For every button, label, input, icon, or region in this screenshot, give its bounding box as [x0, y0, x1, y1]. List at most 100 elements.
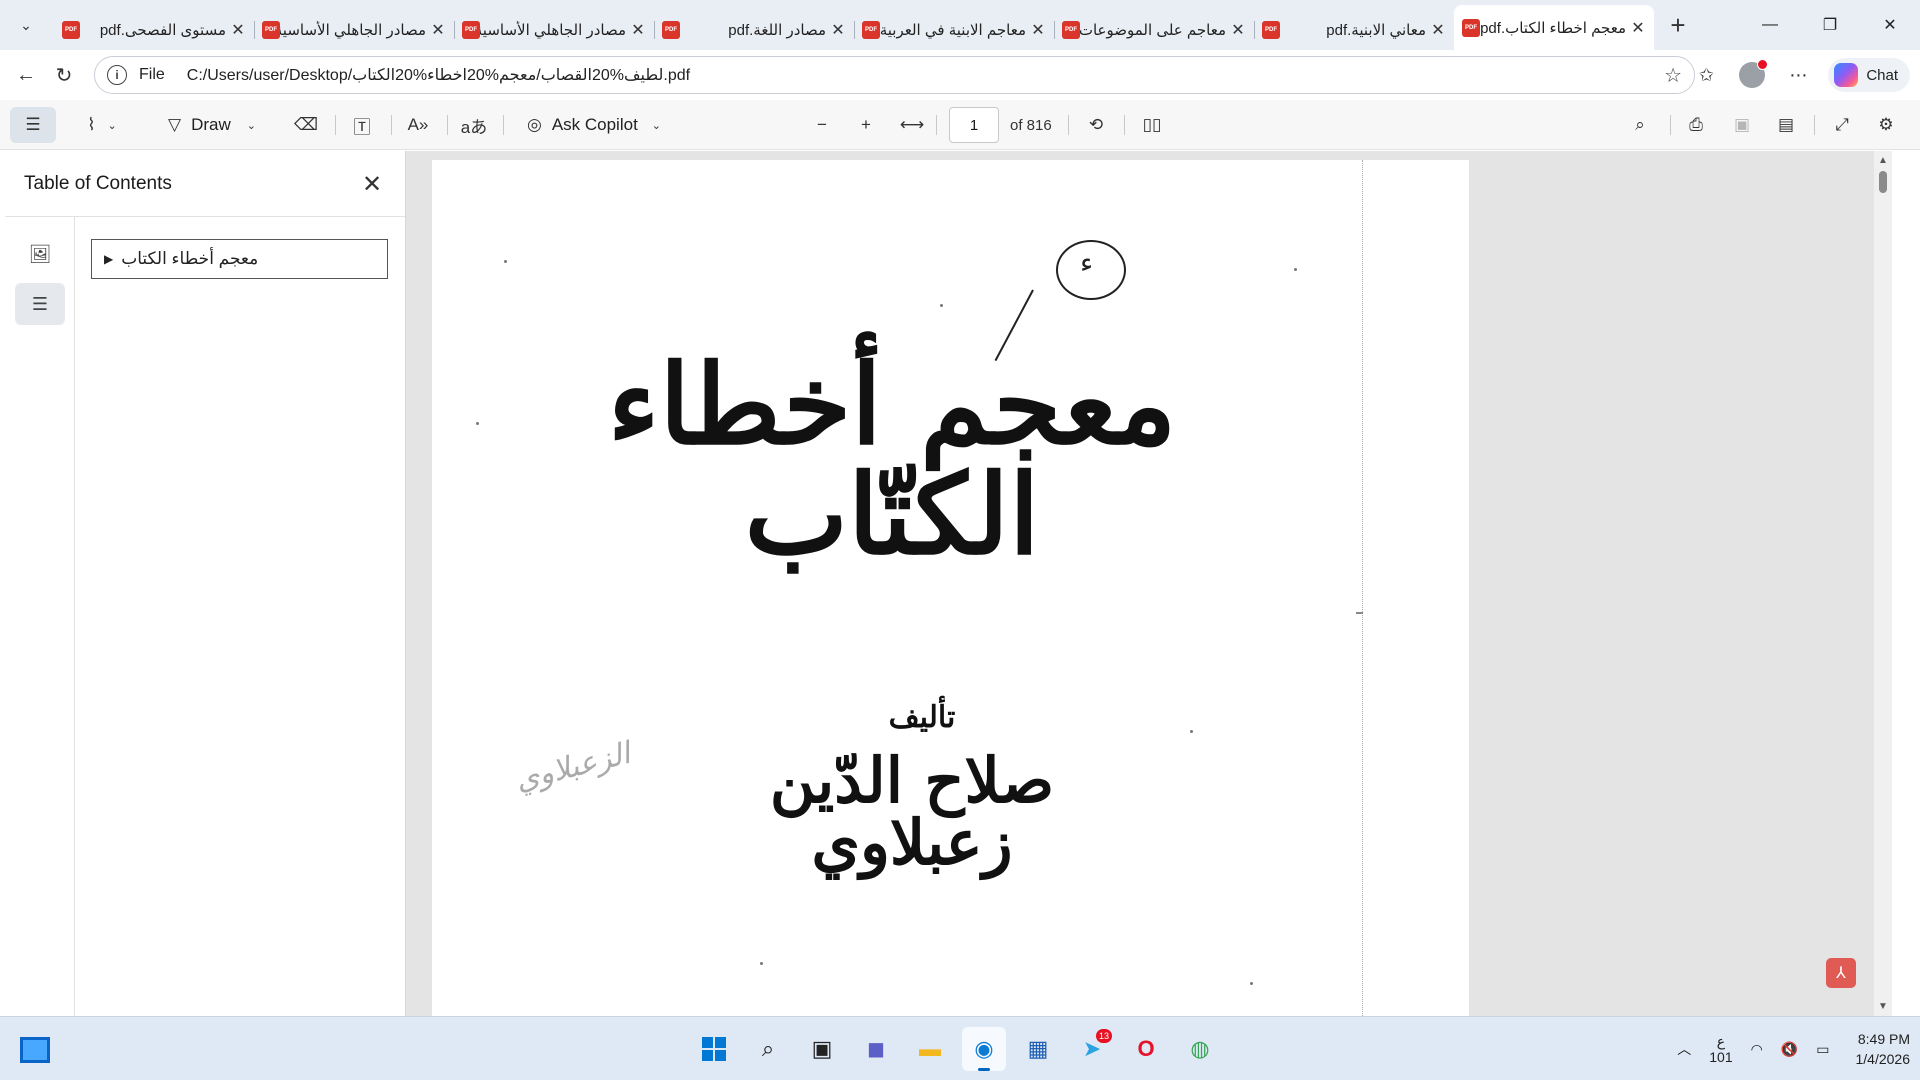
search-icon[interactable]: ⌕ [746, 1027, 790, 1071]
list-icon: ☰ [25, 115, 41, 134]
browser-tab[interactable]: PDF معاني الابنية.pdf ✕ [1254, 10, 1454, 50]
save-icon: ▣ [1733, 115, 1751, 134]
close-tab-icon[interactable]: ✕ [1430, 20, 1446, 40]
close-tab-icon[interactable]: ✕ [1230, 20, 1246, 40]
toolbar-divider [936, 115, 937, 135]
rotate-button[interactable]: ⟲ [1080, 107, 1112, 143]
profile-avatar[interactable] [1736, 59, 1769, 91]
outline-tab[interactable]: ☰ [15, 283, 65, 325]
table-of-contents-toggle[interactable]: ☰ [10, 107, 56, 143]
toolbar-divider [1068, 115, 1069, 135]
wifi-icon[interactable]: ◠ [1751, 1041, 1763, 1058]
scroll-up-arrow-icon[interactable]: ▲ [1878, 155, 1888, 166]
print-button[interactable]: ⎙ [1680, 107, 1712, 143]
close-icon[interactable]: ✕ [359, 171, 385, 198]
window-controls: — ❐ ✕ [1740, 0, 1920, 50]
read-aloud-button[interactable]: A» [402, 107, 434, 143]
vertical-scrollbar[interactable]: ▲ ▼ [1874, 151, 1892, 1016]
zoom-in-button[interactable]: + [850, 107, 882, 143]
clock-time: 8:49 PM [1857, 1031, 1910, 1047]
chevron-down-icon[interactable]: ⌄ [9, 8, 43, 42]
copilot-chat-button[interactable]: Chat [1828, 58, 1910, 92]
browser-tab[interactable]: PDF معاجم الابنية في العربية ✕ [854, 10, 1054, 50]
book-title: معجم أخطاء الكتّاب [607, 340, 1179, 579]
page-number-input[interactable]: 1 [949, 107, 999, 143]
search-button[interactable]: ⌕ [1624, 107, 1656, 143]
clock[interactable]: 8:49 PM 1/4/2026 [1856, 1029, 1911, 1069]
scrollbar-thumb[interactable] [1879, 171, 1887, 193]
widgets-icon[interactable] [20, 1037, 50, 1063]
save-as-button[interactable]: ▤ [1770, 107, 1802, 143]
browser-tab[interactable]: PDF مصادر اللغة.pdf ✕ [654, 10, 854, 50]
scan-fold-line [1362, 160, 1363, 1016]
favorite-star-icon[interactable]: ☆ [1664, 63, 1682, 88]
close-window-button[interactable]: ✕ [1860, 0, 1920, 50]
more-options-icon[interactable]: ⋯ [1782, 59, 1814, 91]
chevron-up-icon[interactable]: ︿ [1677, 1039, 1691, 1059]
zoom-out-button[interactable]: − [806, 107, 838, 143]
fit-width-button[interactable]: ⟷ [896, 107, 928, 143]
expand-arrow-icon[interactable]: ▶ [104, 252, 113, 266]
microsoft-store-icon[interactable]: ▦ [1016, 1027, 1060, 1071]
close-tab-icon[interactable]: ✕ [830, 20, 846, 40]
acrobat-icon[interactable]: ⅄ [1826, 958, 1856, 988]
pdf-file-icon: PDF [62, 21, 80, 39]
toolbar-divider [447, 115, 448, 135]
browser-tab[interactable]: PDF معاجم على الموضوعات ✕ [1054, 10, 1254, 50]
teams-chat-icon[interactable]: ◼ [854, 1027, 898, 1071]
page-count: of 816 [1010, 116, 1052, 134]
start-button[interactable] [692, 1027, 736, 1071]
battery-icon[interactable]: ▭ [1816, 1041, 1829, 1058]
browser-tab[interactable]: PDF معجم اخطاء الكتاب.pdf ✕ [1454, 5, 1654, 50]
tab-title: مصادر الجاهلي الأساسية [280, 22, 426, 39]
telegram-icon[interactable]: ➤ 13 [1070, 1027, 1114, 1071]
input-language[interactable]: ع 101 [1709, 1033, 1732, 1065]
draw-label: Draw [191, 115, 231, 134]
highlight-button[interactable]: ⌇ ⌄ [74, 107, 130, 143]
close-tab-icon[interactable]: ✕ [430, 20, 446, 40]
close-tab-icon[interactable]: ✕ [1630, 18, 1646, 38]
refresh-icon[interactable]: ↻ [46, 57, 82, 93]
page-view-button[interactable]: ▯▯ [1136, 107, 1168, 143]
close-tab-icon[interactable]: ✕ [630, 20, 646, 40]
info-icon[interactable]: i [107, 65, 127, 85]
volume-muted-icon[interactable]: 🔇 [1781, 1041, 1798, 1058]
file-explorer-icon[interactable]: ▬ [908, 1027, 952, 1071]
read-aloud-icon: A» [407, 115, 429, 134]
translate-button[interactable]: aあ [458, 107, 490, 143]
toc-item[interactable]: ▶ معجم أخطاء الكتاب [91, 239, 388, 279]
close-tab-icon[interactable]: ✕ [1030, 20, 1046, 40]
pdf-file-icon: PDF [862, 21, 880, 39]
gear-icon: ⚙ [1878, 115, 1894, 134]
eraser-button[interactable]: ⌫ [290, 107, 322, 143]
save-button[interactable]: ▣ [1726, 107, 1758, 143]
scan-speck [1250, 982, 1253, 985]
scan-speck [1190, 730, 1193, 733]
task-view-icon[interactable]: ▣ [800, 1027, 844, 1071]
opera-icon[interactable]: O [1124, 1027, 1168, 1071]
chrome-icon[interactable]: ◍ [1178, 1027, 1222, 1071]
add-text-button[interactable]: 🅃 [346, 107, 378, 143]
thumbnails-tab[interactable]: 🖼 [15, 233, 65, 275]
fullscreen-button[interactable]: ⤢ [1826, 107, 1858, 143]
browser-tab[interactable]: PDF مصادر الجاهلي الأساسية ✕ [254, 10, 454, 50]
favorites-icon[interactable]: ✩ [1690, 59, 1722, 91]
url-scheme: File [139, 66, 165, 83]
close-tab-icon[interactable]: ✕ [230, 20, 246, 40]
scroll-down-arrow-icon[interactable]: ▼ [1878, 1001, 1888, 1012]
ask-copilot-button[interactable]: ◎ Ask Copilot ⌄ [514, 107, 674, 143]
plus-icon[interactable]: + [1660, 7, 1696, 43]
settings-button[interactable]: ⚙ [1870, 107, 1902, 143]
edge-icon[interactable]: ◉ [962, 1027, 1006, 1071]
back-arrow-icon[interactable]: ← [8, 57, 44, 93]
tab-title: معاجم على الموضوعات [1080, 22, 1226, 39]
url-text[interactable]: C:/Users/user/Desktop/لطيف%20القصاب/معجم… [187, 65, 690, 85]
url-input[interactable]: i File C:/Users/user/Desktop/لطيف%20القص… [94, 56, 1695, 94]
pdf-file-icon: PDF [262, 21, 280, 39]
browser-tab[interactable]: PDF مصادر الجاهلي الأساسية ✕ [454, 10, 654, 50]
draw-button[interactable]: ▽ Draw ⌄ [156, 107, 268, 143]
browser-tab[interactable]: PDF مستوى الفصحى.pdf ✕ [54, 10, 254, 50]
minimize-button[interactable]: — [1740, 0, 1800, 50]
restore-button[interactable]: ❐ [1800, 0, 1860, 50]
tab-title: مستوى الفصحى.pdf [99, 22, 226, 39]
